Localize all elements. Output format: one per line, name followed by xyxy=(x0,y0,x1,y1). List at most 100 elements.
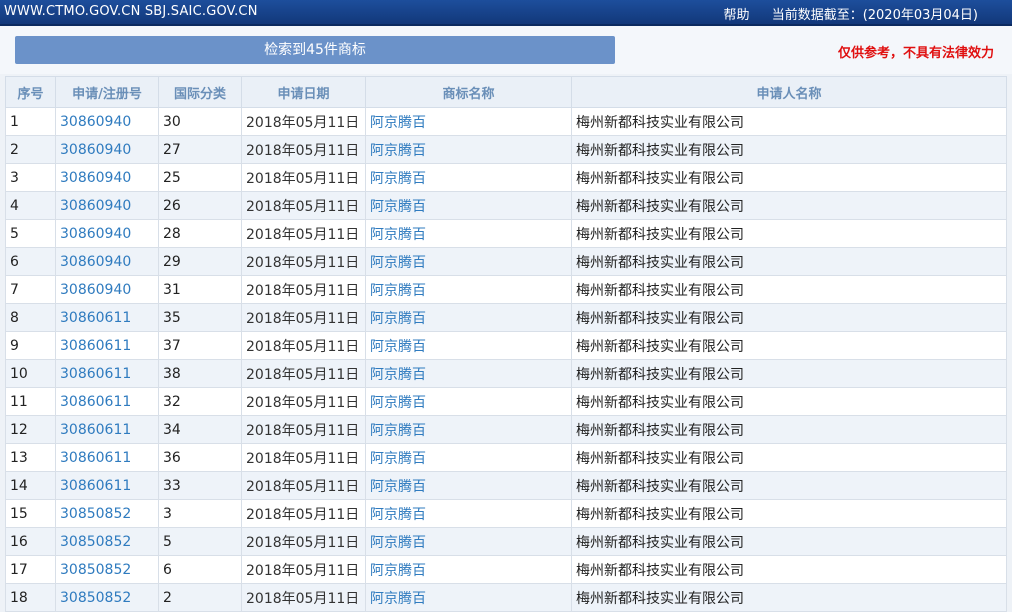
registration-number-link[interactable]: 30860940 xyxy=(60,226,131,242)
applicant-name: 梅州新都科技实业有限公司 xyxy=(576,282,744,299)
class-number: 6 xyxy=(163,561,172,578)
applicant-name: 梅州新都科技实业有限公司 xyxy=(576,394,744,411)
help-link[interactable]: 帮助 xyxy=(724,8,750,23)
cell-date: 2018年05月11日 xyxy=(241,107,366,136)
row-number: 5 xyxy=(10,225,19,242)
row-number: 2 xyxy=(10,141,19,158)
registration-number-link[interactable]: 30860940 xyxy=(60,198,131,214)
registration-number-link[interactable]: 30860611 xyxy=(60,310,131,326)
class-number: 3 xyxy=(163,505,172,522)
cell-app: 梅州新都科技实业有限公司 xyxy=(571,583,1007,612)
cell-cls: 6 xyxy=(158,555,242,584)
applicant-name: 梅州新都科技实业有限公司 xyxy=(576,562,744,579)
class-number: 38 xyxy=(163,365,181,382)
cell-reg: 30860940 xyxy=(55,275,159,304)
class-number: 30 xyxy=(163,113,181,130)
applicant-name: 梅州新都科技实业有限公司 xyxy=(576,422,744,439)
registration-number-link[interactable]: 30860940 xyxy=(60,282,131,298)
trademark-name-link[interactable]: 阿京腾百 xyxy=(370,115,426,131)
cell-app: 梅州新都科技实业有限公司 xyxy=(571,415,1007,444)
trademark-name-link[interactable]: 阿京腾百 xyxy=(370,311,426,327)
registration-number-link[interactable]: 30850852 xyxy=(60,562,131,578)
registration-number-link[interactable]: 30860940 xyxy=(60,142,131,158)
cell-no: 14 xyxy=(5,471,56,500)
trademark-name-link[interactable]: 阿京腾百 xyxy=(370,283,426,299)
trademark-name-link[interactable]: 阿京腾百 xyxy=(370,507,426,523)
trademark-name-link[interactable]: 阿京腾百 xyxy=(370,451,426,467)
trademark-name-link[interactable]: 阿京腾百 xyxy=(370,423,426,439)
table-row: 18 30850852 2 2018年05月11日 阿京腾百 梅州新都科技实业有限公司 xyxy=(5,583,1007,612)
table-header-row: 序号 申请/注册号 国际分类 申请日期 商标名称 申请人名称 xyxy=(5,76,1007,108)
registration-number-link[interactable]: 30860611 xyxy=(60,422,131,438)
trademark-name-link[interactable]: 阿京腾百 xyxy=(370,535,426,551)
application-date: 2018年05月11日 xyxy=(246,506,360,523)
registration-number-link[interactable]: 30860611 xyxy=(60,450,131,466)
registration-number-link[interactable]: 30850852 xyxy=(60,590,131,606)
cell-reg: 30860611 xyxy=(55,359,159,388)
col-header-no: 序号 xyxy=(5,76,56,108)
cell-reg: 30860611 xyxy=(55,443,159,472)
table-row: 7 30860940 31 2018年05月11日 阿京腾百 梅州新都科技实业有限公司 xyxy=(5,275,1007,304)
registration-number-link[interactable]: 30860611 xyxy=(60,338,131,354)
col-header-trademark: 商标名称 xyxy=(365,76,572,108)
cell-reg: 30850852 xyxy=(55,499,159,528)
trademark-name-link[interactable]: 阿京腾百 xyxy=(370,591,426,607)
cell-name: 阿京腾百 xyxy=(365,583,572,612)
applicant-name: 梅州新都科技实业有限公司 xyxy=(576,226,744,243)
class-number: 36 xyxy=(163,449,181,466)
table-row: 16 30850852 5 2018年05月11日 阿京腾百 梅州新都科技实业有限公司 xyxy=(5,527,1007,556)
registration-number-link[interactable]: 30850852 xyxy=(60,506,131,522)
table-row: 11 30860611 32 2018年05月11日 阿京腾百 梅州新都科技实业有限公司 xyxy=(5,387,1007,416)
trademark-name-link[interactable]: 阿京腾百 xyxy=(370,563,426,579)
trademark-name-link[interactable]: 阿京腾百 xyxy=(370,255,426,271)
cell-reg: 30860940 xyxy=(55,219,159,248)
cell-no: 10 xyxy=(5,359,56,388)
cell-app: 梅州新都科技实业有限公司 xyxy=(571,527,1007,556)
application-date: 2018年05月11日 xyxy=(246,310,360,327)
registration-number-link[interactable]: 30850852 xyxy=(60,534,131,550)
trademark-name-link[interactable]: 阿京腾百 xyxy=(370,339,426,355)
cell-date: 2018年05月11日 xyxy=(241,275,366,304)
table-row: 8 30860611 35 2018年05月11日 阿京腾百 梅州新都科技实业有限公司 xyxy=(5,303,1007,332)
registration-number-link[interactable]: 30860940 xyxy=(60,254,131,270)
cell-date: 2018年05月11日 xyxy=(241,135,366,164)
cell-name: 阿京腾百 xyxy=(365,331,572,360)
cell-date: 2018年05月11日 xyxy=(241,303,366,332)
trademark-name-link[interactable]: 阿京腾百 xyxy=(370,199,426,215)
trademark-name-link[interactable]: 阿京腾百 xyxy=(370,395,426,411)
cell-reg: 30860611 xyxy=(55,387,159,416)
class-number: 27 xyxy=(163,141,181,158)
trademark-name-link[interactable]: 阿京腾百 xyxy=(370,479,426,495)
registration-number-link[interactable]: 30860611 xyxy=(60,366,131,382)
trademark-name-link[interactable]: 阿京腾百 xyxy=(370,227,426,243)
table-row: 9 30860611 37 2018年05月11日 阿京腾百 梅州新都科技实业有限公司 xyxy=(5,331,1007,360)
trademark-name-link[interactable]: 阿京腾百 xyxy=(370,171,426,187)
cell-app: 梅州新都科技实业有限公司 xyxy=(571,471,1007,500)
applicant-name: 梅州新都科技实业有限公司 xyxy=(576,254,744,271)
result-count-button[interactable]: 检索到45件商标 xyxy=(15,36,615,64)
applicant-name: 梅州新都科技实业有限公司 xyxy=(576,534,744,551)
table-row: 14 30860611 33 2018年05月11日 阿京腾百 梅州新都科技实业有限公司 xyxy=(5,471,1007,500)
cell-app: 梅州新都科技实业有限公司 xyxy=(571,191,1007,220)
class-number: 2 xyxy=(163,589,172,606)
trademark-name-link[interactable]: 阿京腾百 xyxy=(370,143,426,159)
application-date: 2018年05月11日 xyxy=(246,114,360,131)
row-number: 4 xyxy=(10,197,19,214)
cell-cls: 35 xyxy=(158,303,242,332)
cell-app: 梅州新都科技实业有限公司 xyxy=(571,443,1007,472)
row-number: 12 xyxy=(10,421,28,438)
table-row: 1 30860940 30 2018年05月11日 阿京腾百 梅州新都科技实业有限公司 xyxy=(5,107,1007,136)
cell-reg: 30860611 xyxy=(55,415,159,444)
registration-number-link[interactable]: 30860611 xyxy=(60,394,131,410)
row-number: 11 xyxy=(10,393,28,410)
registration-number-link[interactable]: 30860611 xyxy=(60,478,131,494)
cell-name: 阿京腾百 xyxy=(365,527,572,556)
trademark-name-link[interactable]: 阿京腾百 xyxy=(370,367,426,383)
table-row: 13 30860611 36 2018年05月11日 阿京腾百 梅州新都科技实业有限公司 xyxy=(5,443,1007,472)
registration-number-link[interactable]: 30860940 xyxy=(60,170,131,186)
registration-number-link[interactable]: 30860940 xyxy=(60,114,131,130)
cell-cls: 27 xyxy=(158,135,242,164)
applicant-name: 梅州新都科技实业有限公司 xyxy=(576,142,744,159)
cell-date: 2018年05月11日 xyxy=(241,499,366,528)
application-date: 2018年05月11日 xyxy=(246,534,360,551)
